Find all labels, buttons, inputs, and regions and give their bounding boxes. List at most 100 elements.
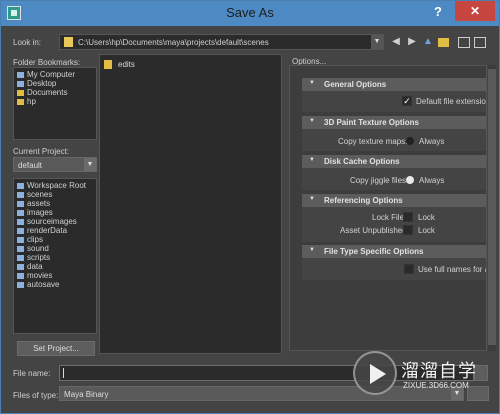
- file-name-label: File name:: [13, 369, 51, 378]
- bookmark-item[interactable]: hp: [17, 97, 93, 106]
- detail-view-icon[interactable]: [474, 37, 486, 48]
- project-folder-item[interactable]: scripts: [17, 253, 93, 262]
- project-folder-item[interactable]: sound: [17, 244, 93, 253]
- scrollbar-thumb[interactable]: [488, 69, 496, 345]
- save-as-dialog: Save As ? ✕ Look in: C:\Users\hp\Documen…: [0, 0, 500, 414]
- referencing-options-header[interactable]: ▼ Referencing Options: [302, 194, 486, 207]
- text-caret: [63, 368, 64, 378]
- bookmark-item[interactable]: Desktop: [17, 79, 93, 88]
- folder-icon: [17, 218, 24, 225]
- default-extension-label: Default file extensio: [416, 97, 486, 106]
- current-project-label: Current Project:: [13, 147, 70, 156]
- look-in-label: Look in:: [13, 38, 42, 47]
- project-folder-label: data: [27, 262, 43, 271]
- folder-icon: [17, 209, 24, 216]
- project-folder-item[interactable]: scenes: [17, 190, 93, 199]
- chevron-down-icon[interactable]: ▼: [84, 158, 96, 171]
- project-folder-item[interactable]: assets: [17, 199, 93, 208]
- project-folder-label: sourceimages: [27, 217, 77, 226]
- asset-unpublished-label: Asset Unpublished:: [340, 226, 409, 235]
- asset-unpublished-checkbox[interactable]: [403, 225, 413, 235]
- forward-arrow-icon[interactable]: ▶: [406, 36, 418, 48]
- folder-icon: [17, 89, 24, 96]
- bookmark-label: Documents: [27, 88, 68, 97]
- folder-icon: [17, 272, 24, 279]
- section-title: File Type Specific Options: [324, 247, 424, 256]
- project-folder-label: renderData: [27, 226, 68, 235]
- folder-icon: [17, 245, 24, 252]
- project-folder-label: scripts: [27, 253, 51, 262]
- folder-icon: [104, 60, 112, 69]
- close-button[interactable]: ✕: [455, 1, 495, 21]
- disk-cache-header[interactable]: ▼ Disk Cache Options: [302, 155, 486, 168]
- current-project-value: default: [18, 161, 43, 170]
- paint-options-body: Copy texture maps: Always: [302, 129, 486, 151]
- bookmark-label: Desktop: [27, 79, 57, 88]
- use-full-names-checkbox[interactable]: [404, 264, 414, 274]
- file-name-label: edits: [118, 60, 135, 69]
- lock-file-checkbox[interactable]: [403, 212, 413, 222]
- list-view-icon[interactable]: [458, 37, 470, 48]
- title-bar: Save As ? ✕: [1, 1, 499, 26]
- copy-texture-maps-value: Always: [419, 137, 445, 146]
- project-folder-label: sound: [27, 244, 49, 253]
- watermark-logo: 溜溜自学 ZIXUE.3D66.COM: [353, 351, 477, 397]
- copy-texture-maps-radio[interactable]: [406, 137, 414, 145]
- bookmark-item[interactable]: Documents: [17, 88, 93, 97]
- folder-icon: [17, 281, 24, 288]
- project-folder-item[interactable]: images: [17, 208, 93, 217]
- collapse-arrow-icon: ▼: [309, 80, 315, 86]
- up-folder-icon[interactable]: ▲: [422, 36, 434, 48]
- project-folder-label: Workspace Root: [27, 181, 86, 190]
- lock-file-value: Lock: [418, 213, 435, 222]
- new-folder-icon[interactable]: [438, 38, 449, 47]
- bookmark-label: hp: [27, 97, 36, 106]
- watermark-text: 溜溜自学: [401, 361, 477, 381]
- use-full-names-label: Use full names for a: [418, 265, 487, 274]
- bookmark-item[interactable]: My Computer: [17, 70, 93, 79]
- paint-options-header[interactable]: ▼ 3D Paint Texture Options: [302, 116, 486, 129]
- project-folder-item[interactable]: movies: [17, 271, 93, 280]
- bookmark-label: My Computer: [27, 70, 76, 79]
- current-project-dropdown[interactable]: default ▼: [13, 157, 97, 172]
- default-extension-checkbox[interactable]: ✓: [402, 96, 412, 106]
- window-title: Save As: [226, 5, 274, 20]
- help-button[interactable]: ?: [429, 4, 447, 22]
- files-of-type-label: Files of type:: [13, 391, 59, 400]
- section-title: Disk Cache Options: [324, 157, 400, 166]
- project-folder-item[interactable]: data: [17, 262, 93, 271]
- section-title: General Options: [324, 80, 387, 89]
- project-folder-item[interactable]: Workspace Root: [17, 181, 93, 190]
- general-options-header[interactable]: ▼ General Options: [302, 78, 486, 91]
- project-folder-item[interactable]: sourceimages: [17, 217, 93, 226]
- project-folder-item[interactable]: renderData: [17, 226, 93, 235]
- folder-icon: [17, 263, 24, 270]
- folder-icon: [17, 191, 24, 198]
- file-type-options-body: Use full names for a: [302, 258, 487, 280]
- collapse-arrow-icon: ▼: [309, 247, 315, 253]
- copy-jiggle-files-label: Copy jiggle files:: [350, 176, 409, 185]
- look-in-dropdown[interactable]: C:\Users\hp\Documents\maya\projects\defa…: [59, 34, 384, 50]
- file-type-options-header[interactable]: ▼ File Type Specific Options: [302, 245, 486, 258]
- collapse-arrow-icon: ▼: [309, 118, 315, 124]
- options-scrollbar[interactable]: [488, 65, 496, 351]
- watermark-url: ZIXUE.3D66.COM: [403, 381, 469, 390]
- folder-icon: [64, 37, 73, 47]
- collapse-arrow-icon: ▼: [309, 196, 315, 202]
- set-project-button[interactable]: Set Project...: [17, 341, 95, 356]
- folder-icon: [17, 227, 24, 234]
- folder-icon: [17, 200, 24, 207]
- section-title: 3D Paint Texture Options: [324, 118, 419, 127]
- asset-unpublished-value: Lock: [418, 226, 435, 235]
- chevron-down-icon[interactable]: ▼: [371, 35, 383, 49]
- play-logo-icon: [353, 351, 397, 395]
- options-panel: ▼ General Options ✓ Default file extensi…: [289, 65, 487, 351]
- project-folder-item[interactable]: autosave: [17, 280, 93, 289]
- back-arrow-icon[interactable]: ◀: [390, 36, 402, 48]
- copy-jiggle-files-radio[interactable]: [406, 176, 414, 184]
- project-folder-item[interactable]: clips: [17, 235, 93, 244]
- computer-icon: [17, 71, 24, 78]
- list-item[interactable]: edits: [104, 60, 135, 69]
- referencing-options-body: Lock File: Lock Asset Unpublished: Lock: [302, 207, 486, 242]
- folder-bookmarks-list: My Computer Desktop Documents hp: [13, 67, 97, 140]
